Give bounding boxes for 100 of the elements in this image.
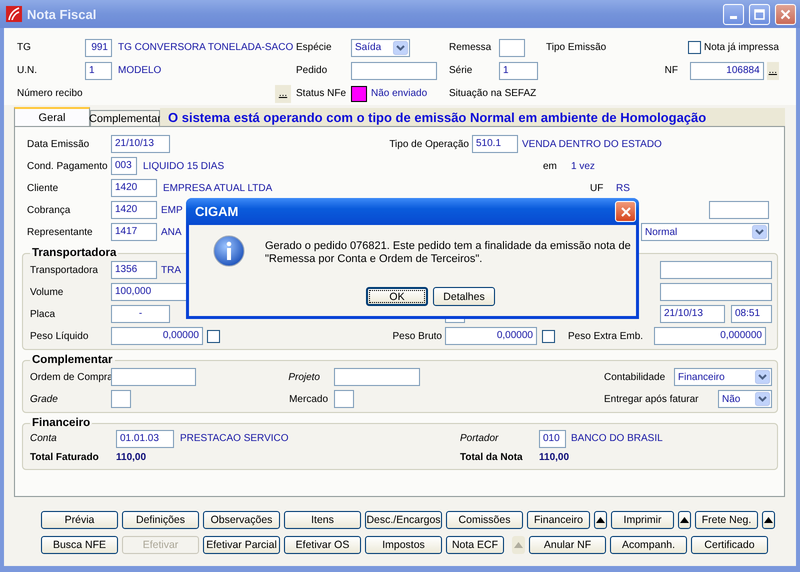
text-field[interactable]: 21/10/13 (111, 135, 170, 153)
text-field[interactable]: 1420 (111, 179, 157, 197)
text-field[interactable]: 003 (111, 157, 137, 175)
dropdown[interactable]: Normal (641, 223, 769, 241)
text-field[interactable]: 1356 (111, 261, 157, 279)
field-label: Nota já impressa (704, 42, 779, 53)
field-label: Pedido (296, 65, 328, 76)
checkbox[interactable] (688, 41, 701, 54)
field-label: Tipo Emissão (546, 42, 606, 53)
field-label: UF (590, 182, 604, 194)
field-label: Total da Nota (460, 452, 523, 463)
action-button[interactable]: Acompanh. (610, 536, 687, 554)
text-field[interactable]: 010 (539, 430, 566, 448)
field-label: Série (449, 65, 472, 76)
expand-button[interactable] (678, 511, 691, 529)
lookup-value: PRESTACAO SERVICO (180, 433, 289, 444)
text-field[interactable]: 991 (85, 38, 112, 56)
minimize-icon (730, 16, 737, 19)
text-field[interactable]: 0,00000 (445, 327, 537, 345)
field-label: Cobrança (27, 204, 70, 216)
environment-banner: O sistema está operando com o tipo de emissão Normal em ambiente de Homologação (160, 108, 785, 126)
triangle-icon (764, 517, 773, 523)
action-button[interactable]: Definições (122, 511, 199, 529)
text-field[interactable]: 21/10/13 (660, 305, 725, 323)
group-title: Financeiro (31, 417, 92, 429)
field-label: Total Faturado (30, 452, 99, 463)
text-field[interactable] (334, 368, 420, 386)
text-field[interactable] (351, 62, 437, 80)
total-value: 110,00 (539, 452, 570, 463)
tab[interactable]: Complementar (90, 110, 160, 126)
text-field[interactable]: - (111, 305, 170, 323)
dialog-button[interactable]: Detalhes (433, 287, 495, 306)
dialog-title: CIGAM (195, 204, 240, 219)
field-label: Cliente (27, 182, 58, 194)
field-label: Peso Líquido (30, 330, 88, 342)
triangle-icon (514, 542, 523, 548)
action-button[interactable]: Comissões (446, 511, 523, 529)
action-button[interactable]: Prévia (41, 511, 118, 529)
maximize-button[interactable] (749, 4, 770, 24)
text-field[interactable] (660, 283, 772, 301)
action-button[interactable]: Nota ECF (446, 536, 504, 554)
close-icon (620, 206, 632, 218)
field-label: Portador (460, 433, 498, 444)
close-button[interactable] (615, 201, 636, 222)
dialog-button[interactable]: OK (366, 287, 428, 306)
tab[interactable]: Geral (14, 107, 90, 126)
browse-button[interactable]: ... (275, 84, 291, 102)
dropdown[interactable]: Financeiro (674, 368, 772, 386)
field-label: NF (664, 65, 678, 76)
text-field[interactable]: 106884 (690, 62, 764, 80)
lookup-value: MODELO (118, 65, 162, 76)
action-button[interactable]: Efetivar Parcial (203, 536, 280, 554)
lookup-value: RS (616, 182, 630, 194)
action-button[interactable]: Impostos (365, 536, 442, 554)
field-label: Representante (27, 226, 93, 238)
action-button[interactable]: Observações (203, 511, 280, 529)
action-button[interactable]: Frete Neg. (695, 511, 758, 529)
dropdown[interactable]: Saída (351, 38, 410, 56)
close-button[interactable] (775, 4, 796, 24)
text-field[interactable]: 0,00000 (111, 327, 203, 345)
text-field[interactable] (499, 38, 525, 56)
action-button[interactable]: Efetivar OS (284, 536, 361, 554)
action-button[interactable]: Financeiro (527, 511, 590, 529)
action-button[interactable]: Desc./Encargos (365, 511, 442, 529)
text-field[interactable] (111, 390, 131, 408)
text-field[interactable]: 01.01.03 (116, 430, 174, 448)
action-button[interactable]: Anular NF (529, 536, 606, 554)
field-label: Conta (30, 433, 57, 444)
text-field[interactable]: 1417 (111, 223, 157, 241)
window-title: Nota Fiscal (27, 6, 98, 22)
field-label: Situação na SEFAZ (449, 88, 536, 99)
expand-button[interactable] (594, 511, 607, 529)
lookup-value: 1 vez (571, 160, 595, 172)
text-field[interactable] (709, 201, 769, 219)
text-field[interactable]: 1420 (111, 201, 157, 219)
checkbox[interactable] (542, 330, 555, 342)
text-field[interactable]: 08:51 (731, 305, 772, 323)
text-field[interactable]: 0,000000 (654, 327, 766, 345)
field-label: Volume (30, 286, 64, 298)
text-field[interactable]: 1 (499, 62, 538, 80)
action-button[interactable]: Busca NFE (41, 536, 118, 554)
lookup-value: LIQUIDO 15 DIAS (143, 160, 224, 172)
field-label: Status NFe (296, 88, 346, 99)
text-field[interactable] (111, 368, 196, 386)
text-field[interactable] (334, 390, 354, 408)
dropdown[interactable]: Não (718, 390, 772, 408)
checkbox[interactable] (207, 330, 220, 342)
field-label: em (543, 160, 557, 172)
expand-button[interactable] (762, 511, 775, 529)
field-label: Contabilidade (604, 372, 666, 382)
text-field[interactable]: 1 (85, 62, 112, 80)
action-button[interactable]: Imprimir (611, 511, 674, 529)
field-label: Tipo de Operação (389, 138, 469, 150)
action-button[interactable]: Itens (284, 511, 361, 529)
text-field[interactable] (660, 261, 772, 279)
text-field[interactable]: 510.1 (472, 135, 518, 153)
browse-button[interactable]: ... (766, 62, 779, 80)
total-value: 110,00 (116, 452, 146, 463)
minimize-button[interactable] (723, 4, 744, 24)
action-button[interactable]: Certificado (691, 536, 768, 554)
